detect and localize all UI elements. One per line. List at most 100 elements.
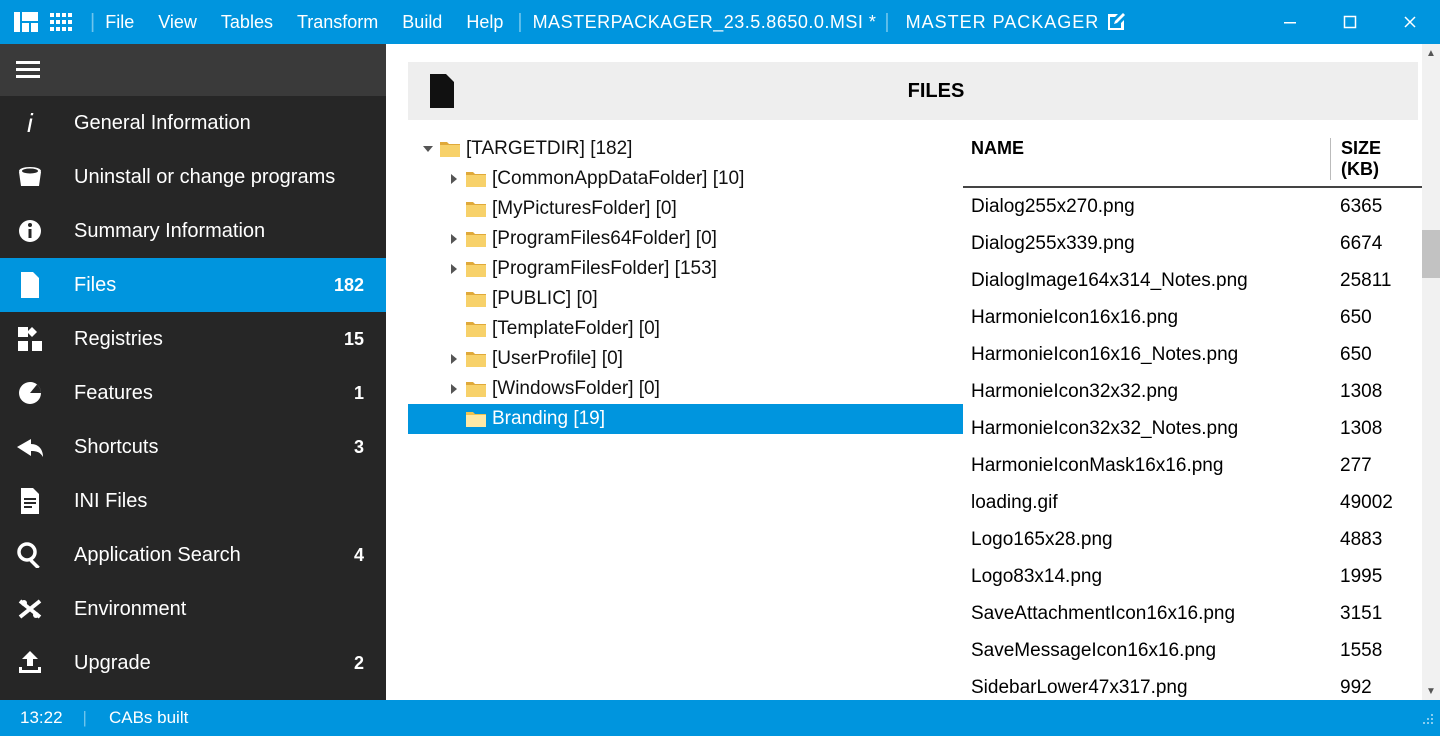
scrollbar[interactable]: ▲ ▼ (1422, 44, 1440, 700)
table-row[interactable]: Logo165x28.png4883 (963, 521, 1422, 558)
search-icon (16, 542, 44, 568)
sidebar-item-shortcuts[interactable]: Shortcuts3 (0, 420, 386, 474)
edit-icon[interactable] (1105, 11, 1127, 33)
cell-size: 277 (1330, 455, 1422, 477)
sidebar-item-label: Environment (74, 598, 364, 621)
sidebar-item-upgrade[interactable]: Upgrade2 (0, 636, 386, 690)
menu-help[interactable]: Help (466, 12, 503, 33)
sidebar-item-files[interactable]: Files182 (0, 258, 386, 312)
cell-size: 650 (1330, 344, 1422, 366)
cell-size: 4883 (1330, 529, 1422, 551)
sidebar-item-environment[interactable]: Environment (0, 582, 386, 636)
table-header[interactable]: NAME SIZE (KB) (963, 134, 1422, 188)
tree-node-label: [UserProfile] [0] (492, 348, 623, 370)
scroll-up-icon[interactable]: ▲ (1422, 44, 1440, 62)
sidebar-item-label: Summary Information (74, 220, 364, 243)
tree-node[interactable]: [MyPicturesFolder] [0] (408, 194, 963, 224)
sidebar-item-uninstall-or-change-programs[interactable]: Uninstall or change programs (0, 150, 386, 204)
expander-icon[interactable] (446, 201, 462, 217)
cell-name: Logo83x14.png (963, 566, 1330, 588)
sidebar-item-count: 4 (354, 545, 364, 566)
cell-size: 6674 (1330, 233, 1422, 255)
status-time: 13:22 (0, 708, 83, 728)
expander-icon[interactable] (446, 261, 462, 277)
hamburger-button[interactable] (0, 44, 386, 96)
table-row[interactable]: HarmonieIconMask16x16.png277 (963, 447, 1422, 484)
expander-icon[interactable] (446, 321, 462, 337)
expander-icon[interactable] (446, 171, 462, 187)
table-row[interactable]: Logo83x14.png1995 (963, 558, 1422, 595)
sidebar-item-label: INI Files (74, 490, 364, 513)
expander-icon[interactable] (446, 381, 462, 397)
column-name[interactable]: NAME (963, 138, 1330, 180)
tree-node[interactable]: [TemplateFolder] [0] (408, 314, 963, 344)
expander-icon[interactable] (420, 141, 436, 157)
tree-node[interactable]: [CommonAppDataFolder] [10] (408, 164, 963, 194)
tree-node-label: [TARGETDIR] [182] (466, 138, 632, 160)
table-row[interactable]: DialogImage164x314_Notes.png25811 (963, 262, 1422, 299)
menu-file[interactable]: File (105, 12, 134, 33)
cell-size: 992 (1330, 677, 1422, 699)
resize-grip-icon[interactable] (1420, 711, 1434, 725)
expander-icon[interactable] (446, 231, 462, 247)
table-row[interactable]: SaveAttachmentIcon16x16.png3151 (963, 595, 1422, 632)
tree-node-label: [CommonAppDataFolder] [10] (492, 168, 744, 190)
sidebar-item-registries[interactable]: Registries15 (0, 312, 386, 366)
sidebar-item-label: Files (74, 274, 334, 297)
expander-icon[interactable] (446, 291, 462, 307)
document-title: MASTERPACKAGER_23.5.8650.0.MSI * (533, 12, 877, 33)
folder-icon (466, 200, 486, 218)
menu-transform[interactable]: Transform (297, 12, 378, 33)
menu-view[interactable]: View (158, 12, 197, 33)
expander-icon[interactable] (446, 411, 462, 427)
table-row[interactable]: HarmonieIcon32x32_Notes.png1308 (963, 410, 1422, 447)
folder-icon (440, 140, 460, 158)
table-row[interactable]: HarmonieIcon16x16_Notes.png650 (963, 336, 1422, 373)
cell-size: 3151 (1330, 603, 1422, 625)
table-row[interactable]: loading.gif49002 (963, 484, 1422, 521)
folder-icon (466, 170, 486, 188)
registry-icon (16, 327, 44, 351)
tree-node[interactable]: [TARGETDIR] [182] (408, 134, 963, 164)
table-row[interactable]: SidebarLower47x317.png992 (963, 669, 1422, 700)
table-row[interactable]: HarmonieIcon32x32.png1308 (963, 373, 1422, 410)
tree-node[interactable]: Branding [19] (408, 404, 963, 434)
sidebar-nav: iGeneral InformationUninstall or change … (0, 96, 386, 700)
sidebar-item-label: Features (74, 382, 354, 405)
grid-icon[interactable] (50, 10, 74, 34)
table-row[interactable]: HarmonieIcon16x16.png650 (963, 299, 1422, 336)
maximize-button[interactable] (1320, 0, 1380, 44)
ini-icon (16, 488, 44, 514)
window-controls (1260, 0, 1440, 44)
table-row[interactable]: SaveMessageIcon16x16.png1558 (963, 632, 1422, 669)
sidebar-item-ini-files[interactable]: INI Files (0, 474, 386, 528)
tree-node[interactable]: [ProgramFiles64Folder] [0] (408, 224, 963, 254)
cell-name: HarmonieIcon32x32.png (963, 381, 1330, 403)
tree-node[interactable]: [UserProfile] [0] (408, 344, 963, 374)
sidebar-item-summary-information[interactable]: Summary Information (0, 204, 386, 258)
sidebar-item-application-search[interactable]: Application Search4 (0, 528, 386, 582)
folder-icon (466, 230, 486, 248)
minimize-button[interactable] (1260, 0, 1320, 44)
cell-size: 1995 (1330, 566, 1422, 588)
titlebar: | File View Tables Transform Build Help … (0, 0, 1440, 44)
cell-name: SaveMessageIcon16x16.png (963, 640, 1330, 662)
close-button[interactable] (1380, 0, 1440, 44)
expander-icon[interactable] (446, 351, 462, 367)
menu-build[interactable]: Build (402, 12, 442, 33)
column-size[interactable]: SIZE (KB) (1330, 138, 1422, 180)
cell-name: Dialog255x270.png (963, 196, 1330, 218)
app-logo-icon[interactable] (14, 10, 38, 34)
tree-node[interactable]: [WindowsFolder] [0] (408, 374, 963, 404)
table-row[interactable]: Dialog255x270.png6365 (963, 188, 1422, 225)
menu-tables[interactable]: Tables (221, 12, 273, 33)
scroll-down-icon[interactable]: ▼ (1422, 682, 1440, 700)
tree-node-label: [MyPicturesFolder] [0] (492, 198, 677, 220)
sidebar-item-features[interactable]: Features1 (0, 366, 386, 420)
table-row[interactable]: Dialog255x339.png6674 (963, 225, 1422, 262)
tree-node[interactable]: [ProgramFilesFolder] [153] (408, 254, 963, 284)
file-icon (16, 272, 44, 298)
tree-node[interactable]: [PUBLIC] [0] (408, 284, 963, 314)
scroll-thumb[interactable] (1422, 230, 1440, 278)
sidebar-item-general-information[interactable]: iGeneral Information (0, 96, 386, 150)
